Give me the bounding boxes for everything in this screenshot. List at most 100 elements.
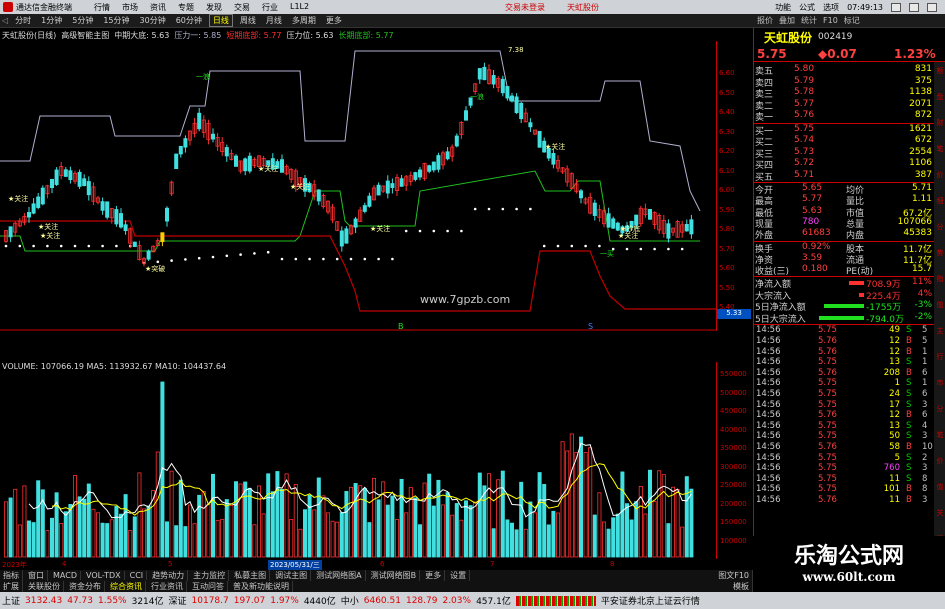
volume-bar xyxy=(689,488,694,558)
bid-row: 买四 5.72 1106 xyxy=(754,158,945,171)
stat-value: 0.92% xyxy=(802,241,831,252)
menu-function[interactable]: 功能 xyxy=(775,2,791,13)
menu-item-industry[interactable]: 行业 xyxy=(262,2,278,13)
side-tab[interactable]: 关 xyxy=(935,508,945,520)
menu-item-news[interactable]: 资讯 xyxy=(150,2,166,13)
maximize-icon[interactable] xyxy=(909,2,919,12)
indicator-tab[interactable]: 更多 xyxy=(422,570,446,581)
tick-row: 14:56 5.75 5 S 2 xyxy=(754,453,945,464)
indicator-tab[interactable]: 主力监控 xyxy=(190,570,230,581)
stat-value: 5.63 xyxy=(802,205,823,216)
short-bottom-value: 短期底部: 5.77 xyxy=(226,31,282,40)
index-sh-name[interactable]: 上证 xyxy=(2,594,20,607)
side-tab[interactable]: 行 xyxy=(935,352,945,364)
menu-item-discover[interactable]: 发现 xyxy=(206,2,222,13)
indicator-tab[interactable]: 测试网络图B xyxy=(368,570,421,581)
side-tab[interactable]: 分 xyxy=(935,222,945,234)
tool-overlay[interactable]: 叠加 xyxy=(779,15,795,26)
side-tab[interactable]: 市 xyxy=(935,378,945,390)
tool-mark[interactable]: 标记 xyxy=(844,15,860,26)
indicator-tab[interactable]: 调试主图 xyxy=(272,570,312,581)
indicator-tab[interactable]: MACD xyxy=(50,571,81,580)
candle-body xyxy=(183,138,188,148)
indicator-tab[interactable]: 指标 xyxy=(0,570,23,581)
tick-time: 14:56 xyxy=(756,442,781,452)
menu-formula[interactable]: 公式 xyxy=(799,2,815,13)
period-30min[interactable]: 30分钟 xyxy=(137,15,169,26)
indicator-tab[interactable]: 趋势动力 xyxy=(149,570,189,581)
side-tab[interactable]: 财 xyxy=(935,118,945,130)
chart-indicator-label[interactable]: 高级智能主图 xyxy=(61,30,109,41)
side-tab[interactable]: 主 xyxy=(935,326,945,338)
current-stock-link[interactable]: 天虹股份 xyxy=(567,2,599,13)
back-arrow-icon[interactable]: ◁ xyxy=(2,16,8,25)
stat-row: 最低 5.63 市值 67.2亿 xyxy=(754,205,945,219)
trend-dot xyxy=(239,253,242,256)
volume-bar xyxy=(509,522,514,558)
menu-item-market[interactable]: 市场 xyxy=(122,2,138,13)
menu-item-quote[interactable]: 行情 xyxy=(94,2,110,13)
menu-options[interactable]: 选项 xyxy=(823,2,839,13)
tick-price: 5.76 xyxy=(818,367,837,378)
side-tab[interactable]: 笔 xyxy=(935,144,945,156)
period-15min[interactable]: 15分钟 xyxy=(100,15,132,26)
extension-tab[interactable]: 关联股份 xyxy=(25,581,64,592)
candle-body xyxy=(477,68,482,80)
trend-dot xyxy=(639,247,643,251)
side-tab[interactable]: 势 xyxy=(935,248,945,260)
extension-tab[interactable]: 扩展 xyxy=(0,581,23,592)
side-tab[interactable]: 细 xyxy=(935,196,945,208)
indicator-tab[interactable]: 设置 xyxy=(447,570,471,581)
trend-dot xyxy=(473,207,477,211)
tool-stats[interactable]: 统计 xyxy=(801,15,817,26)
side-tab[interactable]: 值 xyxy=(935,300,945,312)
index-zx-name[interactable]: 中小 xyxy=(341,594,359,607)
side-tab[interactable]: 分 xyxy=(935,404,945,416)
period-5min[interactable]: 5分钟 xyxy=(69,15,96,26)
tick-side: B xyxy=(906,346,912,357)
side-tab[interactable]: 指 xyxy=(935,274,945,286)
period-daily[interactable]: 日线 xyxy=(208,14,233,27)
menu-item-l1l2[interactable]: L1L2 xyxy=(290,2,309,13)
side-tab[interactable]: 价 xyxy=(935,456,945,468)
period-multi[interactable]: 多周期 xyxy=(289,15,319,26)
menu-item-topic[interactable]: 专题 xyxy=(178,2,194,13)
indicator-tab[interactable]: 窗口 xyxy=(25,570,48,581)
tool-f10[interactable]: F10 xyxy=(823,16,838,25)
period-weekly[interactable]: 周线 xyxy=(237,15,259,26)
indicator-tab[interactable]: VOL-TDX xyxy=(83,571,125,580)
side-tab[interactable]: 额 xyxy=(935,66,945,78)
period-intraday[interactable]: 分时 xyxy=(12,15,34,26)
index-sz-name[interactable]: 深证 xyxy=(169,594,187,607)
extension-tab[interactable]: 行业资讯 xyxy=(148,581,187,592)
period-monthly[interactable]: 月线 xyxy=(263,15,285,26)
candlestick-chart[interactable]: 一浪一浪7.38★关注★关注★关注★关注★关注★关注★关注★关注★抄底★突破一买… xyxy=(0,41,753,331)
trade-login-link[interactable]: 交易未登录 xyxy=(505,2,545,13)
side-tab[interactable]: 价 xyxy=(935,170,945,182)
extension-tab[interactable]: 综合资讯 xyxy=(107,581,146,592)
volume-chart[interactable] xyxy=(0,372,753,559)
close-icon[interactable] xyxy=(927,2,937,12)
volume-bar xyxy=(353,483,358,558)
template-tab[interactable]: 模板 xyxy=(730,581,753,592)
menu-item-trade[interactable]: 交易 xyxy=(234,2,250,13)
volume-axis-tick: 200000 xyxy=(720,499,747,508)
side-tab[interactable]: 盘 xyxy=(935,92,945,104)
extension-tab[interactable]: 互动问答 xyxy=(189,581,228,592)
period-more[interactable]: 更多 xyxy=(323,15,345,26)
extension-tab[interactable]: 资金分布 xyxy=(66,581,105,592)
extension-tab[interactable]: 普及新功能说明 xyxy=(230,581,293,592)
tool-quote[interactable]: 报价 xyxy=(757,15,773,26)
chart-annotation: ★关注 xyxy=(40,231,60,240)
period-60min[interactable]: 60分钟 xyxy=(173,15,205,26)
volume-bar xyxy=(197,494,202,558)
period-1min[interactable]: 1分钟 xyxy=(38,15,65,26)
minimize-icon[interactable] xyxy=(891,2,901,12)
tick-count: 2 xyxy=(922,452,928,463)
indicator-tab[interactable]: 私募主图 xyxy=(231,570,271,581)
f10-tab[interactable]: 图文F10 xyxy=(715,570,753,581)
indicator-tab[interactable]: 测试网络图A xyxy=(313,570,366,581)
indicator-tab[interactable]: CCI xyxy=(127,571,148,580)
side-tab[interactable]: 值 xyxy=(935,482,945,494)
side-tab[interactable]: 笔 xyxy=(935,430,945,442)
